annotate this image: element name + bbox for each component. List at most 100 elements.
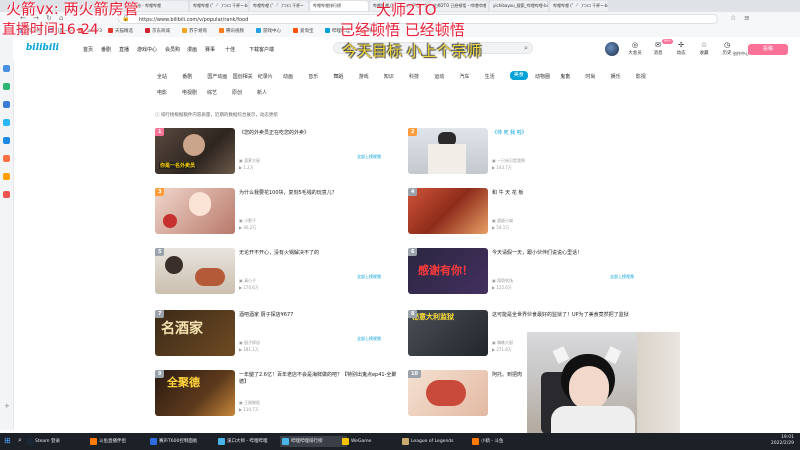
video-thumbnail[interactable]: 秘意大利监狱	[408, 310, 488, 356]
video-up[interactable]: ▣ 小野子	[239, 218, 256, 224]
category-tab[interactable]: 汽车	[459, 73, 469, 80]
sidebar-app-icon[interactable]	[3, 83, 10, 90]
video-thumbnail[interactable]: 感谢有你！	[408, 248, 488, 294]
bookmark-item[interactable]: 天猫精选	[108, 28, 133, 35]
taskbar-item[interactable]: Steam 登录	[24, 436, 95, 447]
category-tab[interactable]: 综艺	[207, 89, 217, 96]
category-tab[interactable]: 娱乐	[611, 73, 621, 80]
search-icon[interactable]: ⌕	[18, 436, 22, 445]
nav-download[interactable]: 下载客户端	[249, 46, 274, 53]
video-title[interactable]: 一年腿了2.6亿！百年老店不会是海鲜做的吧？【特别出鬼点ep41-全聚德】	[239, 372, 399, 386]
nav-favorites[interactable]: ☆ 收藏	[693, 40, 715, 56]
category-tab[interactable]: 纪录片	[258, 73, 273, 80]
taskbar-clock[interactable]: 19:01 2022/2/29	[771, 435, 794, 447]
sidebar-app-icon[interactable]	[3, 191, 10, 198]
video-title[interactable]: 为什么我要花100块，复刻5毛钱的玩意儿？	[239, 190, 399, 197]
category-tab[interactable]: 游戏	[359, 73, 369, 80]
sidebar-app-icon[interactable]	[3, 137, 10, 144]
sidebar-app-icon[interactable]	[3, 101, 10, 108]
category-tab[interactable]: 影视	[636, 73, 646, 80]
category-tab[interactable]: 新人	[257, 89, 267, 96]
category-tab[interactable]: 科技	[409, 73, 419, 80]
nav-anime[interactable]: 番剧	[101, 46, 111, 53]
video-thumbnail[interactable]	[408, 128, 488, 174]
menu-icon[interactable]: ≡	[744, 14, 750, 22]
nav-dynamic[interactable]: ✢ 动态	[670, 40, 692, 56]
browser-tab[interactable]: yichibayou_搜索_哔哩哔哩-bilibili	[490, 1, 548, 11]
category-tab[interactable]: 番剧	[182, 73, 192, 80]
nav-live[interactable]: 直播	[119, 46, 129, 53]
video-title[interactable]: 和 牛 天 花 板	[492, 190, 652, 197]
category-tab[interactable]: 电影	[157, 89, 167, 96]
browser-tab-active[interactable]: 哔哩哔哩排行榜	[310, 1, 368, 11]
video-up[interactable]: ▣ 一只赤贝是我啊	[492, 158, 525, 164]
sidebar-app-icon[interactable]	[3, 65, 10, 72]
add-icon[interactable]: +	[4, 402, 10, 410]
taskbar-item[interactable]: WeGame	[340, 436, 407, 447]
video-thumbnail[interactable]	[408, 188, 488, 234]
video-title[interactable]: 这可能是全世界伙食最好的监狱了！UP为了美食竟然把了监狱	[492, 312, 652, 319]
star-icon[interactable]: ☆	[730, 14, 736, 22]
ranking-item[interactable]: 感谢有你！ 6 今天请假一天，跟小伙伴们说说心里话！ ▣ 翔哥农场 ▶ 125.…	[408, 248, 648, 298]
category-tab[interactable]: 原创	[232, 89, 242, 96]
category-tab[interactable]: 生活	[485, 73, 495, 80]
taskbar-item-active[interactable]: 哔哩哔哩排行榜	[280, 436, 347, 447]
upload-button[interactable]: 投稿	[748, 44, 788, 55]
bilibili-logo[interactable]: bilibili	[26, 43, 59, 53]
video-title[interactable]: 酒吧酒家 厨子探店¥677	[239, 312, 399, 319]
category-tab[interactable]: 电视剧	[182, 89, 197, 96]
category-tab[interactable]: 国产动画	[207, 73, 227, 80]
video-title[interactable]: 《帅 死 我 啦》	[492, 130, 652, 137]
video-up[interactable]: ▣ 王刚做饭	[239, 400, 260, 406]
category-tab[interactable]: 美食	[509, 71, 528, 80]
more-link[interactable]: 全部上榜视频	[357, 274, 381, 280]
category-tab[interactable]: 运动	[434, 73, 444, 80]
taskbar-item[interactable]: 斗鱼直播伴侣	[88, 436, 155, 447]
nav-creator-center[interactable]: 创作中心	[733, 51, 749, 57]
nav-manga[interactable]: 漫画	[187, 46, 197, 53]
ranking-item[interactable]: 你是一名外卖员 1 《您的外卖员正在吃您的外卖》 ▣ 菠萝大厨 ▶ 1.2万 全…	[155, 128, 395, 178]
bookmark-item[interactable]: 游戏中心	[256, 28, 281, 35]
bookmark-item[interactable]: 京东商城	[145, 28, 170, 35]
browser-tab[interactable]: 哔哩哔哩 (゜-゜)つロ 干杯~	[250, 1, 308, 11]
nav-game-center[interactable]: 游戏中心	[137, 46, 157, 53]
video-up[interactable]: ▣ 真小子	[239, 278, 256, 284]
bookmark-item[interactable]: 腾讯视频	[219, 28, 244, 35]
category-tab[interactable]: 时尚	[585, 73, 595, 80]
video-up[interactable]: ▣ 厨子探店	[239, 340, 260, 346]
taskbar-item[interactable]: 小鹤 - 斗鱼	[470, 436, 535, 447]
video-title[interactable]: 《您的外卖员正在吃您的外卖》	[239, 130, 399, 137]
nav-messages[interactable]: ✉ 消息	[647, 40, 669, 56]
video-thumbnail[interactable]: 你是一名外卖员	[155, 128, 235, 174]
avatar[interactable]	[605, 42, 619, 56]
ranking-item[interactable]: 2 《帅 死 我 啦》 ▣ 一只赤贝是我啊 ▶ 143.7万	[408, 128, 648, 178]
category-tab[interactable]: 全站	[157, 73, 167, 80]
browser-tab[interactable]: 大师2TO 已经顿悟 - 哔哩哔哩	[430, 1, 488, 11]
video-up[interactable]: ▣ 蜘蛛大厨	[492, 340, 513, 346]
more-link[interactable]: 全部上榜视频	[357, 336, 381, 342]
browser-tab[interactable]: 哔哩哔哩 (゜-゜)つロ 干杯~-bilibili	[550, 1, 608, 11]
video-up[interactable]: ▣ 超级小桀	[492, 218, 513, 224]
nav-home[interactable]: 首页	[83, 46, 93, 53]
nav-top10[interactable]: 十佳	[225, 46, 235, 53]
category-tab[interactable]: 音乐	[308, 73, 318, 80]
ranking-item[interactable]: 4 和 牛 天 花 板 ▣ 超级小桀 ▶ 54.1万	[408, 188, 648, 238]
video-title[interactable]: 今天请假一天，跟小伙伴们说说心里话！	[492, 250, 652, 257]
bookmark-item[interactable]: 爱淘宝	[293, 28, 314, 35]
category-tab[interactable]: 动物圈	[535, 73, 550, 80]
video-title[interactable]: 无论开不开心，没有火锅解决不了的	[239, 250, 399, 257]
video-thumbnail[interactable]: 全聚德	[155, 370, 235, 416]
video-up[interactable]: ▣ 翔哥农场	[492, 278, 513, 284]
search-icon[interactable]: ⌕	[524, 44, 528, 53]
more-link[interactable]: 全部上榜视频	[357, 154, 381, 160]
ranking-item[interactable]: 全聚德 9 一年腿了2.6亿！百年老店不会是海鲜做的吧？【特别出鬼点ep41-全…	[155, 370, 396, 420]
video-thumbnail[interactable]	[155, 188, 235, 234]
sidebar-app-icon[interactable]	[3, 173, 10, 180]
video-thumbnail[interactable]: 名酒家	[155, 310, 235, 356]
more-link[interactable]: 全部上榜视频	[610, 274, 634, 280]
category-tab[interactable]: 鬼畜	[560, 73, 570, 80]
nav-vip[interactable]: ◎ 大会员	[624, 40, 646, 56]
category-tab[interactable]: 知识	[384, 73, 394, 80]
taskbar-item[interactable]: 溪口大师 - 哔哩哔哩	[216, 436, 287, 447]
video-up[interactable]: ▣ 菠萝大厨	[239, 158, 260, 164]
